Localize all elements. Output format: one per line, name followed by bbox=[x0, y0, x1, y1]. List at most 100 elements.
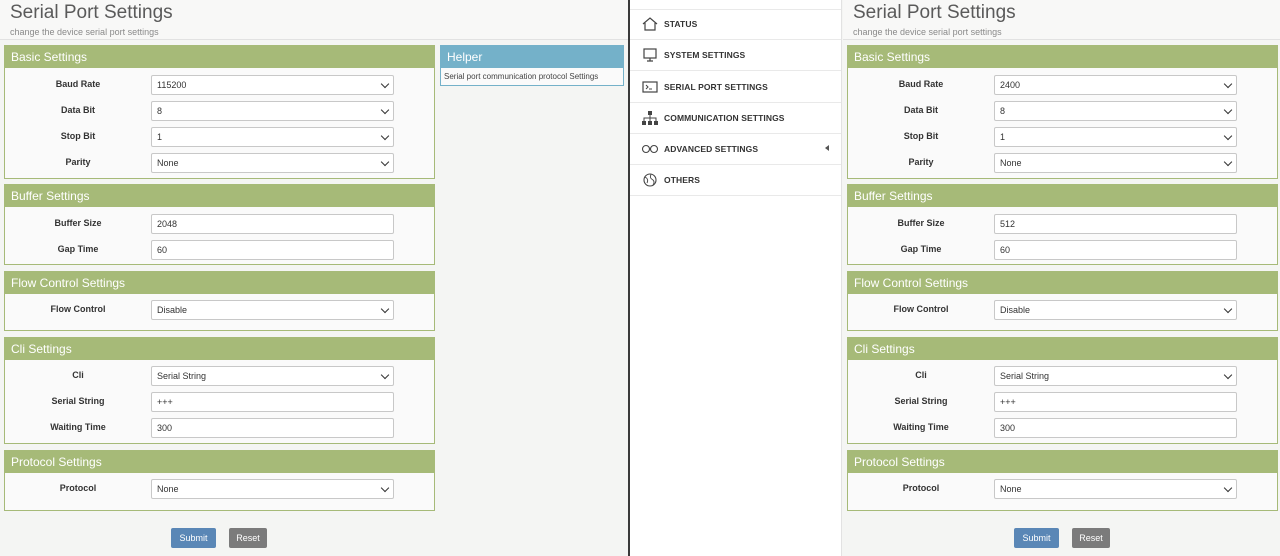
terminal-icon bbox=[642, 81, 658, 93]
baud-rate-select[interactable]: 2400 bbox=[994, 75, 1237, 95]
cli-label: Cli bbox=[915, 370, 927, 380]
buffer-settings-panel: Buffer Settings Buffer Size 2048 Gap Tim… bbox=[4, 184, 435, 265]
caret-left-icon bbox=[825, 145, 829, 151]
stop-bit-select[interactable]: 1 bbox=[994, 127, 1237, 147]
waiting-time-label: Waiting Time bbox=[50, 422, 106, 432]
data-bit-label: Data Bit bbox=[903, 105, 938, 115]
protocol-label: Protocol bbox=[59, 483, 97, 493]
infinity-icon bbox=[641, 144, 659, 154]
flow-control-select[interactable]: Disable bbox=[151, 300, 394, 320]
submit-button[interactable]: Submit bbox=[171, 528, 216, 548]
panel-title: Basic Settings bbox=[848, 46, 1277, 68]
sidebar-item-label: SERIAL PORT SETTINGS bbox=[664, 82, 768, 92]
cli-select[interactable]: Serial String bbox=[151, 366, 394, 386]
buffer-settings-panel: Buffer Settings Buffer Size 512 Gap Time… bbox=[847, 184, 1278, 265]
flow-control-label: Flow Control bbox=[50, 304, 106, 314]
globe-icon bbox=[643, 173, 657, 187]
parity-select[interactable]: None bbox=[151, 153, 394, 173]
chevron-down-icon bbox=[380, 105, 390, 115]
waiting-time-input[interactable]: 300 bbox=[994, 418, 1237, 438]
serial-string-input[interactable]: +++ bbox=[151, 392, 394, 412]
protocol-settings-panel: Protocol Settings Protocol None bbox=[847, 450, 1278, 511]
buffer-size-input[interactable]: 512 bbox=[994, 214, 1237, 234]
select-value: 1 bbox=[157, 132, 163, 142]
select-value: 8 bbox=[157, 106, 163, 116]
data-bit-select[interactable]: 8 bbox=[994, 101, 1237, 121]
page-title: Serial Port Settings bbox=[10, 2, 173, 23]
protocol-select[interactable]: None bbox=[151, 479, 394, 499]
select-value: Disable bbox=[1000, 305, 1031, 315]
flow-control-panel: Flow Control Settings Flow Control Disab… bbox=[847, 271, 1278, 331]
serial-string-input[interactable]: +++ bbox=[994, 392, 1237, 412]
stop-bit-label: Stop Bit bbox=[903, 131, 939, 141]
app-root: Serial Port Settings change the device s… bbox=[0, 0, 1280, 556]
sidebar-item-advanced-settings[interactable]: ADVANCED SETTINGS bbox=[630, 134, 841, 165]
chevron-down-icon bbox=[380, 304, 390, 314]
sidebar-item-communication-settings[interactable]: COMMUNICATION SETTINGS bbox=[630, 103, 841, 134]
chevron-down-icon bbox=[380, 157, 390, 167]
flow-control-label: Flow Control bbox=[893, 304, 949, 314]
select-value: None bbox=[157, 484, 179, 494]
reset-button[interactable]: Reset bbox=[229, 528, 267, 548]
select-value: Disable bbox=[157, 305, 188, 315]
gap-time-input[interactable]: 60 bbox=[994, 240, 1237, 260]
panel-title: Buffer Settings bbox=[5, 185, 434, 207]
basic-settings-panel: Basic Settings Baud Rate 115200 Data Bit… bbox=[4, 45, 435, 179]
cli-settings-panel: Cli Settings Cli Serial String Serial St… bbox=[847, 337, 1278, 444]
chevron-down-icon bbox=[1223, 79, 1233, 89]
data-bit-label: Data Bit bbox=[60, 105, 95, 115]
chevron-down-icon bbox=[1223, 105, 1233, 115]
baud-rate-select[interactable]: 115200 bbox=[151, 75, 394, 95]
helper-title: Helper bbox=[441, 46, 623, 68]
chevron-down-icon bbox=[1223, 483, 1233, 493]
waiting-time-input[interactable]: 300 bbox=[151, 418, 394, 438]
panel-title: Cli Settings bbox=[5, 338, 434, 360]
select-value: 8 bbox=[1000, 106, 1006, 116]
panel-title: Buffer Settings bbox=[848, 185, 1277, 207]
cli-label: Cli bbox=[72, 370, 84, 380]
baud-rate-label: Baud Rate bbox=[898, 79, 944, 89]
monitor-icon bbox=[643, 48, 657, 62]
gap-time-label: Gap Time bbox=[900, 244, 942, 254]
chevron-down-icon bbox=[1223, 370, 1233, 380]
protocol-select[interactable]: None bbox=[994, 479, 1237, 499]
cli-select[interactable]: Serial String bbox=[994, 366, 1237, 386]
chevron-down-icon bbox=[380, 79, 390, 89]
protocol-label: Protocol bbox=[902, 483, 940, 493]
flow-control-panel: Flow Control Settings Flow Control Disab… bbox=[4, 271, 435, 331]
sidebar-item-label: COMMUNICATION SETTINGS bbox=[664, 113, 785, 123]
sidebar-item-serial-port-settings[interactable]: SERIAL PORT SETTINGS bbox=[630, 72, 841, 103]
waiting-time-label: Waiting Time bbox=[893, 422, 949, 432]
serial-string-label: Serial String bbox=[894, 396, 948, 406]
panel-title: Protocol Settings bbox=[848, 451, 1277, 473]
left-settings-pane: Serial Port Settings change the device s… bbox=[0, 0, 628, 556]
buffer-size-input[interactable]: 2048 bbox=[151, 214, 394, 234]
flow-control-select[interactable]: Disable bbox=[994, 300, 1237, 320]
panel-title: Basic Settings bbox=[5, 46, 434, 68]
helper-text: Serial port communication protocol Setti… bbox=[444, 72, 599, 81]
stop-bit-label: Stop Bit bbox=[60, 131, 96, 141]
parity-select[interactable]: None bbox=[994, 153, 1237, 173]
gap-time-label: Gap Time bbox=[57, 244, 99, 254]
chevron-down-icon bbox=[380, 131, 390, 141]
chevron-down-icon bbox=[1223, 157, 1233, 167]
chevron-down-icon bbox=[1223, 131, 1233, 141]
sidebar-item-system-settings[interactable]: SYSTEM SETTINGS bbox=[630, 40, 841, 71]
submit-button[interactable]: Submit bbox=[1014, 528, 1059, 548]
sidebar-item-status[interactable]: STATUS bbox=[630, 9, 841, 40]
data-bit-select[interactable]: 8 bbox=[151, 101, 394, 121]
right-settings-pane: Serial Port Settings change the device s… bbox=[843, 0, 1280, 556]
gap-time-input[interactable]: 60 bbox=[151, 240, 394, 260]
select-value: Serial String bbox=[157, 371, 207, 381]
home-icon bbox=[642, 17, 658, 31]
sidebar-item-label: OTHERS bbox=[664, 175, 701, 185]
page-title: Serial Port Settings bbox=[853, 2, 1016, 23]
stop-bit-select[interactable]: 1 bbox=[151, 127, 394, 147]
select-value: 115200 bbox=[157, 80, 187, 90]
sidebar-item-others[interactable]: OTHERS bbox=[630, 165, 841, 196]
buffer-size-label: Buffer Size bbox=[54, 218, 102, 228]
reset-button[interactable]: Reset bbox=[1072, 528, 1110, 548]
buffer-size-label: Buffer Size bbox=[897, 218, 945, 228]
sidebar-item-label: ADVANCED SETTINGS bbox=[664, 144, 759, 154]
chevron-down-icon bbox=[1223, 304, 1233, 314]
